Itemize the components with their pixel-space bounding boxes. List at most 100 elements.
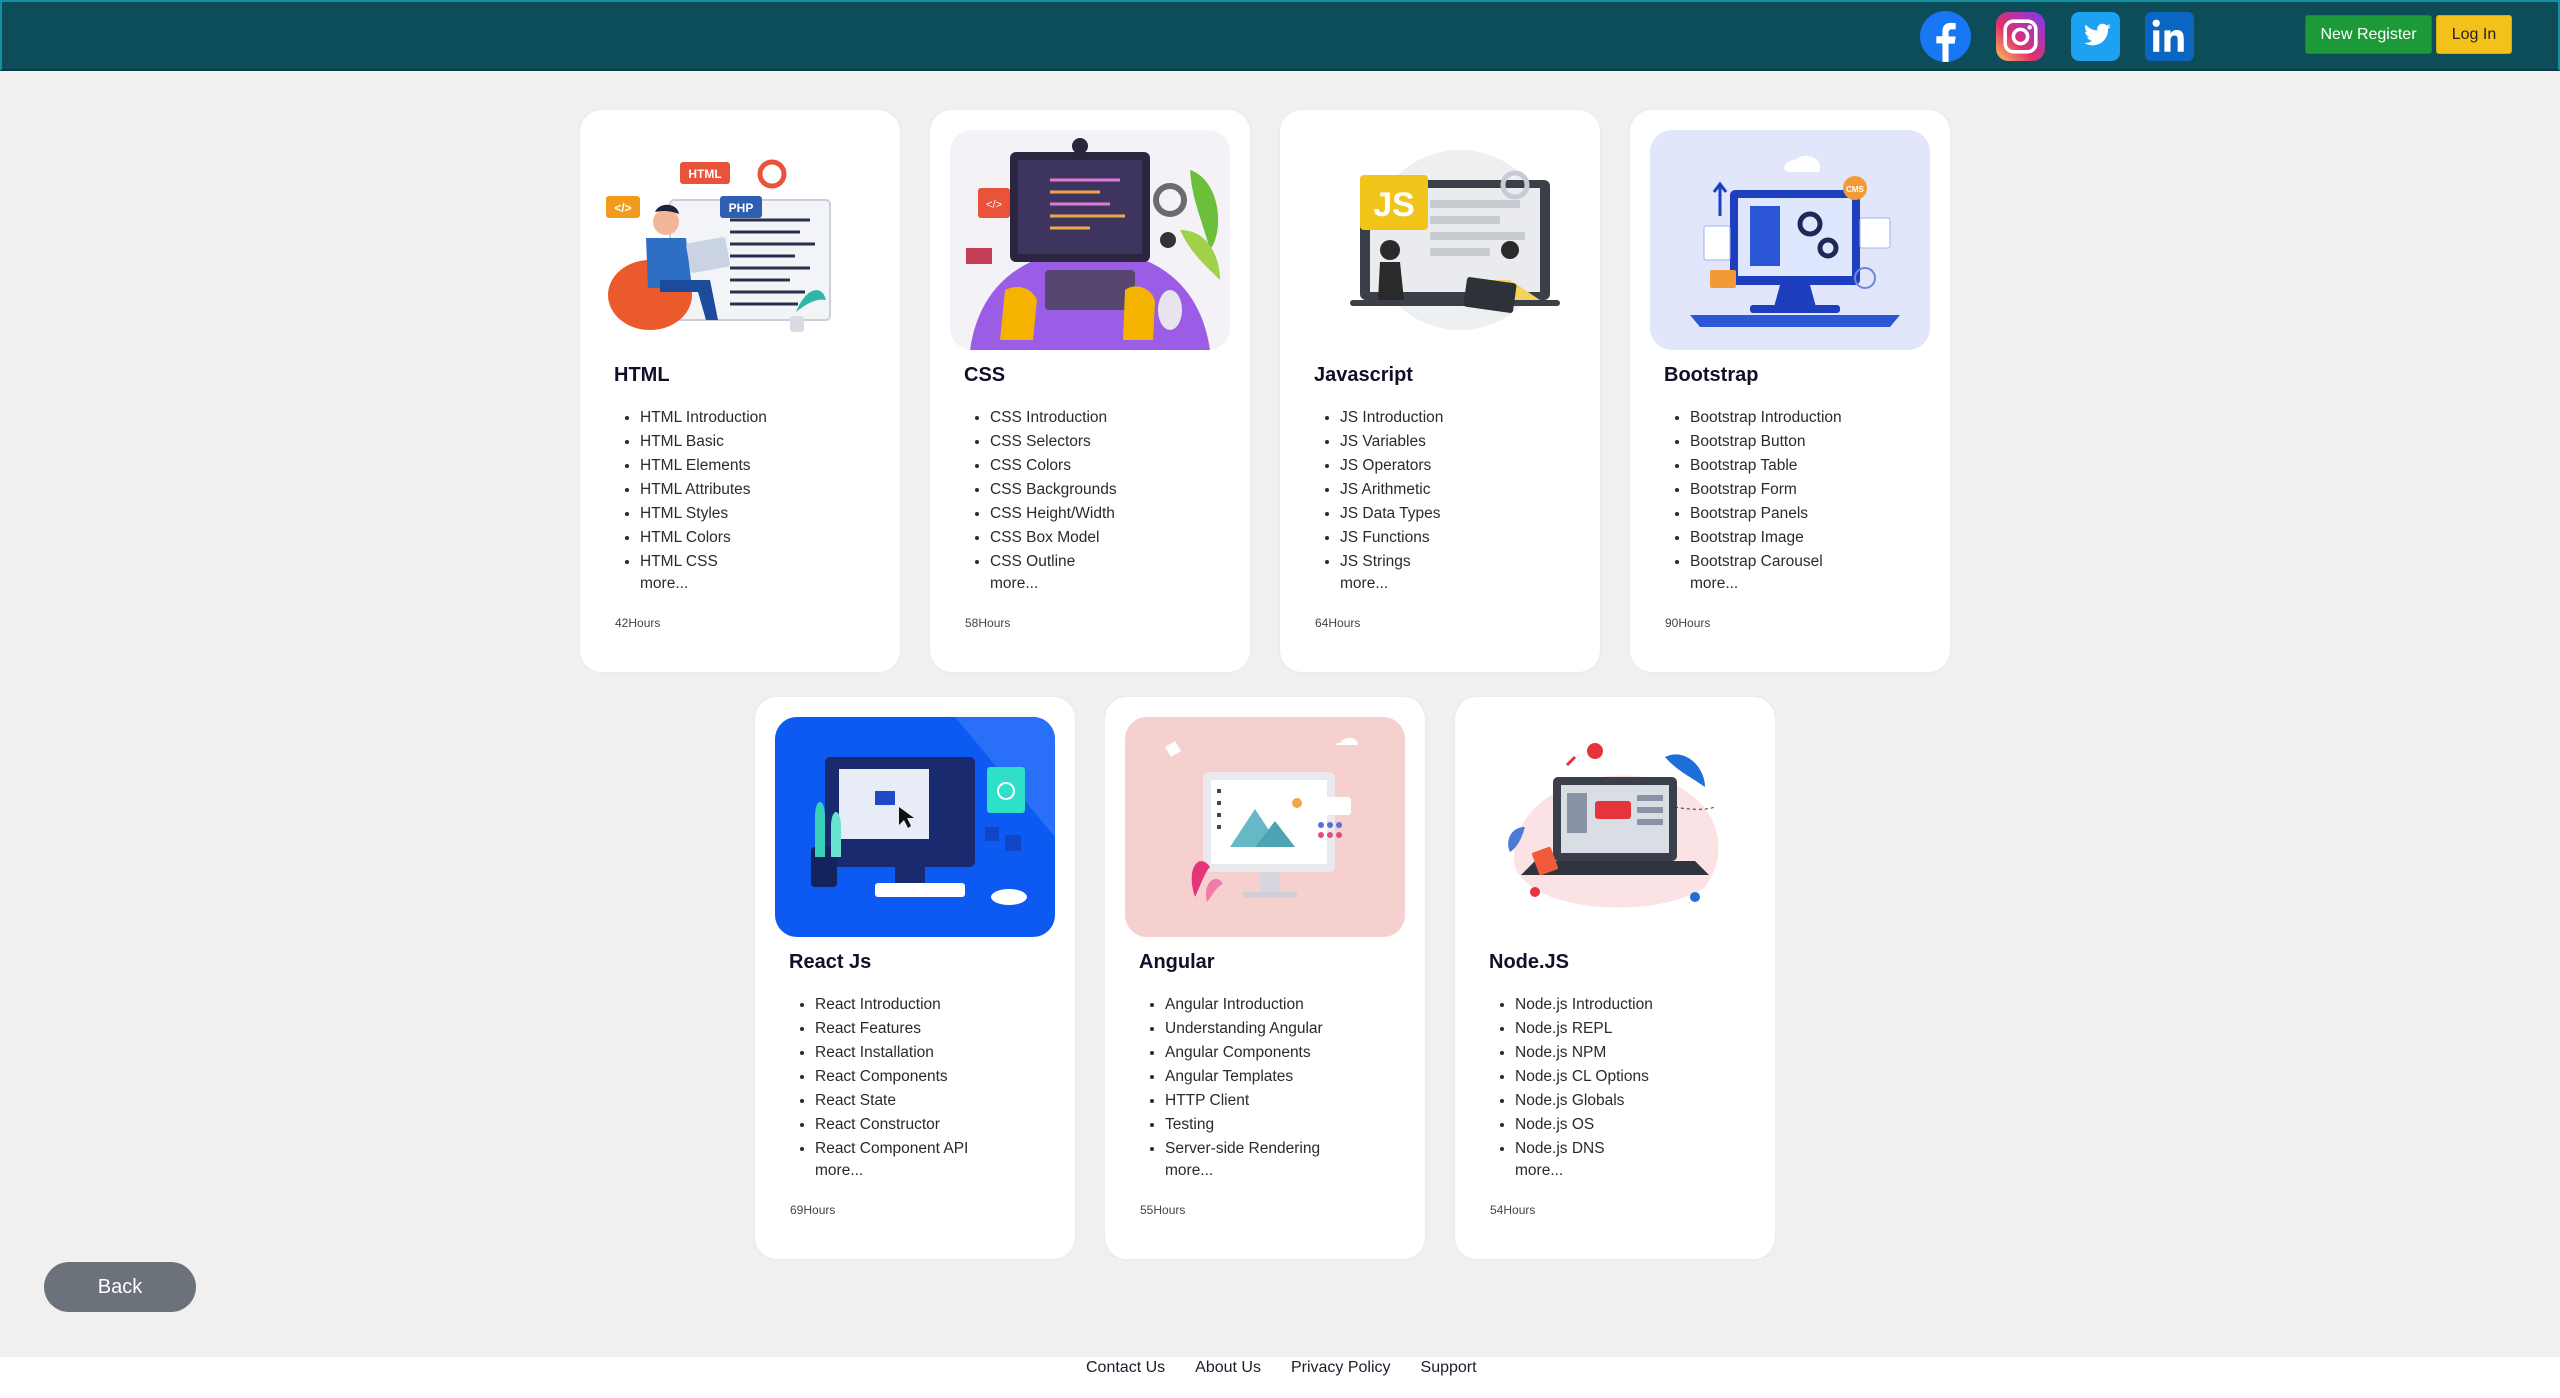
course-title: Angular: [1139, 951, 1215, 973]
new-register-button[interactable]: New Register: [2305, 15, 2432, 54]
topic-item: Bootstrap Panels: [1690, 502, 1842, 526]
topic-item: Node.js CL Options: [1515, 1065, 1653, 1089]
bootstrap-illustration: CMS: [1650, 130, 1930, 350]
topic-item: Bootstrap Table: [1690, 454, 1842, 478]
svg-text:HTML: HTML: [688, 167, 721, 181]
course-title: React Js: [789, 951, 872, 973]
course-card-nodejs[interactable]: Node.JS Node.js Introduction Node.js REP…: [1455, 697, 1775, 1259]
topic-item: Angular Introduction: [1165, 993, 1323, 1017]
course-hours: 54Hours: [1490, 1203, 1536, 1217]
back-button[interactable]: Back: [44, 1262, 196, 1312]
course-title: Javascript: [1314, 364, 1413, 386]
topic-item: CSS Box Model: [990, 526, 1117, 550]
svg-text:JS: JS: [1373, 186, 1415, 224]
facebook-icon[interactable]: [1920, 11, 1971, 62]
topic-item: Angular Components: [1165, 1041, 1323, 1065]
topic-list: JS Introduction JS Variables JS Operator…: [1314, 406, 1443, 574]
top-navbar: New Register Log In: [0, 0, 2560, 71]
svg-text:CMS: CMS: [1846, 185, 1864, 194]
topic-list: Bootstrap Introduction Bootstrap Button …: [1664, 406, 1842, 574]
topic-item: JS Introduction: [1340, 406, 1443, 430]
topic-item: Node.js NPM: [1515, 1041, 1653, 1065]
svg-text:PHP: PHP: [729, 201, 754, 215]
topic-item: Bootstrap Form: [1690, 478, 1842, 502]
footer-links: Contact Us About Us Privacy Policy Suppo…: [1086, 1359, 1477, 1377]
course-card-angular[interactable]: Angular Angular Introduction Understandi…: [1105, 697, 1425, 1259]
topic-item: HTML Colors: [640, 526, 767, 550]
course-card-javascript[interactable]: JS Javascript JS Introduction JS Variabl…: [1280, 110, 1600, 672]
topic-item: CSS Outline: [990, 550, 1117, 574]
topic-item: CSS Backgrounds: [990, 478, 1117, 502]
topic-item: HTML Basic: [640, 430, 767, 454]
more-link[interactable]: more...: [815, 1162, 863, 1180]
topic-item: Bootstrap Introduction: [1690, 406, 1842, 430]
course-card-react[interactable]: React Js React Introduction React Featur…: [755, 697, 1075, 1259]
course-card-html[interactable]: HTML PHP </> HTML HTML Introduction HTML…: [580, 110, 900, 672]
course-title: HTML: [614, 364, 670, 386]
topic-list: CSS Introduction CSS Selectors CSS Color…: [964, 406, 1117, 574]
course-hours: 90Hours: [1665, 616, 1711, 630]
topic-item: React State: [815, 1089, 968, 1113]
topic-item: JS Variables: [1340, 430, 1443, 454]
more-link[interactable]: more...: [990, 575, 1038, 593]
topic-item: JS Operators: [1340, 454, 1443, 478]
course-hours: 69Hours: [790, 1203, 836, 1217]
topic-item: HTML Styles: [640, 502, 767, 526]
angular-illustration: [1125, 717, 1405, 937]
topic-item: Angular Templates: [1165, 1065, 1323, 1089]
topic-list: Node.js Introduction Node.js REPL Node.j…: [1489, 993, 1653, 1161]
more-link[interactable]: more...: [1515, 1162, 1563, 1180]
footer-link-about[interactable]: About Us: [1195, 1359, 1261, 1377]
footer-link-support[interactable]: Support: [1421, 1359, 1477, 1377]
topic-item: Node.js Introduction: [1515, 993, 1653, 1017]
course-hours: 58Hours: [965, 616, 1011, 630]
topic-item: Bootstrap Button: [1690, 430, 1842, 454]
more-link[interactable]: more...: [1340, 575, 1388, 593]
topic-item: Testing: [1165, 1113, 1323, 1137]
topic-item: CSS Introduction: [990, 406, 1117, 430]
course-hours: 55Hours: [1140, 1203, 1186, 1217]
react-illustration: [775, 717, 1055, 937]
linkedin-icon[interactable]: [2144, 11, 2195, 62]
topic-item: CSS Colors: [990, 454, 1117, 478]
topic-item: React Constructor: [815, 1113, 968, 1137]
nodejs-illustration: [1475, 717, 1755, 937]
footer-link-contact[interactable]: Contact Us: [1086, 1359, 1165, 1377]
svg-text:</>: </>: [614, 201, 631, 215]
topic-item: Node.js Globals: [1515, 1089, 1653, 1113]
course-hours: 42Hours: [615, 616, 661, 630]
topic-item: JS Arithmetic: [1340, 478, 1443, 502]
topic-item: Server-side Rendering: [1165, 1137, 1323, 1161]
course-title: Node.JS: [1489, 951, 1570, 973]
instagram-icon[interactable]: [1995, 11, 2046, 62]
course-title: CSS: [964, 364, 1006, 386]
topic-item: CSS Height/Width: [990, 502, 1117, 526]
topic-item: Understanding Angular: [1165, 1017, 1323, 1041]
course-card-bootstrap[interactable]: CMS Bootstrap Bootstrap Introduction Boo…: [1630, 110, 1950, 672]
javascript-illustration: JS: [1300, 130, 1580, 350]
more-link[interactable]: more...: [1165, 1162, 1213, 1180]
topic-item: HTML CSS: [640, 550, 767, 574]
footer-link-privacy[interactable]: Privacy Policy: [1291, 1359, 1391, 1377]
topic-item: JS Strings: [1340, 550, 1443, 574]
topic-item: HTML Attributes: [640, 478, 767, 502]
topic-item: Node.js OS: [1515, 1113, 1653, 1137]
twitter-icon[interactable]: [2070, 11, 2121, 62]
course-hours: 64Hours: [1315, 616, 1361, 630]
topic-item: React Introduction: [815, 993, 968, 1017]
topic-item: CSS Selectors: [990, 430, 1117, 454]
html-illustration: HTML PHP </>: [600, 130, 880, 350]
more-link[interactable]: more...: [1690, 575, 1738, 593]
topic-item: JS Functions: [1340, 526, 1443, 550]
course-card-css[interactable]: </> CSS CSS Introduction CSS Selectors C…: [930, 110, 1250, 672]
topic-item: JS Data Types: [1340, 502, 1443, 526]
topic-item: React Components: [815, 1065, 968, 1089]
topic-item: HTML Elements: [640, 454, 767, 478]
course-title: Bootstrap: [1664, 364, 1759, 386]
topic-item: HTTP Client: [1165, 1089, 1323, 1113]
topic-item: HTML Introduction: [640, 406, 767, 430]
login-button[interactable]: Log In: [2436, 15, 2512, 54]
topic-item: React Features: [815, 1017, 968, 1041]
topic-list: React Introduction React Features React …: [789, 993, 968, 1161]
more-link[interactable]: more...: [640, 575, 688, 593]
